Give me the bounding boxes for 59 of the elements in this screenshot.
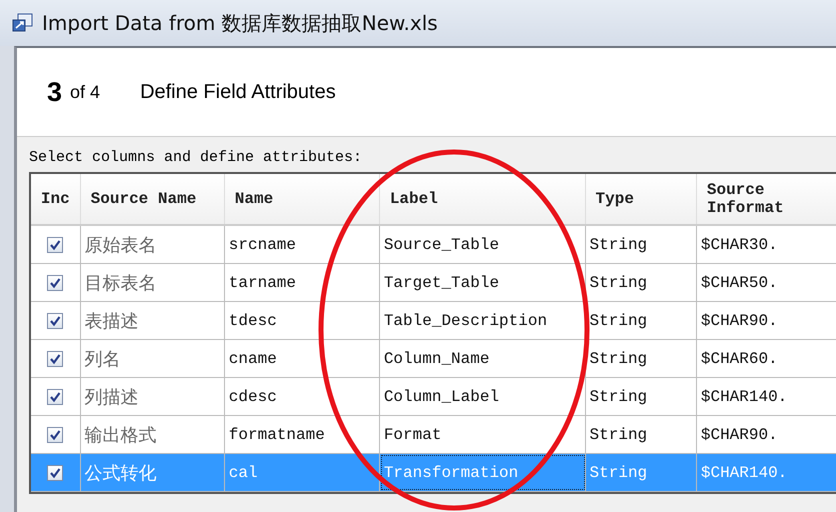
table-row[interactable]: 表描述 tdesc Table_Description String $CHAR90. [31,302,836,340]
include-checkbox[interactable] [47,388,64,404]
column-header[interactable]: Inc [31,174,81,224]
table-cell: String [590,312,648,330]
column-header[interactable]: Label [380,174,586,224]
table-row[interactable]: 列描述 cdesc Column_Label String $CHAR140. [31,378,836,416]
table-cell: $CHAR90. [700,426,778,444]
table-cell: cal [228,464,258,482]
table-cell: String [590,350,648,368]
table-cell: Table_Description [384,312,548,330]
include-checkbox[interactable] [47,426,64,442]
table-cell: String [590,274,648,292]
table-cell-text: 列名 [84,348,121,370]
table-cell: $CHAR60. [700,350,778,368]
table-cell: String [590,236,648,254]
table-cell-text: 列描述 [84,386,139,408]
table-cell: tarname [228,274,296,292]
table-cell: cdesc [228,388,277,406]
column-header[interactable]: Source Informat [696,174,836,224]
include-checkbox[interactable] [47,464,64,480]
include-checkbox[interactable] [47,274,64,290]
window-title: Import Data from 数据库数据抽取New.xls [42,10,438,36]
table-cell: Source_Table [384,236,500,254]
table-cell-text: 表描述 [84,310,139,332]
table-cell-text: 公式转化 [84,462,157,484]
app-icon [12,13,34,33]
table-cell: srcname [228,236,296,254]
include-checkbox[interactable] [47,236,64,252]
table-cell: $CHAR30. [700,236,778,254]
table-cell: String [590,464,648,482]
table-row[interactable]: 原始表名 srcname Source_Table String $CHAR30. [31,226,836,264]
table-cell: Column_Name [384,350,490,368]
table-cell: String [590,388,648,406]
table-cell: formatname [228,426,325,444]
table-cell: tdesc [228,312,277,330]
table-row[interactable]: 目标表名 tarname Target_Table String $CHAR50. [31,264,836,302]
table-cell: String [590,426,648,444]
include-checkbox[interactable] [47,312,64,328]
table-cell-text: 目标表名 [84,272,157,294]
column-header[interactable]: Name [224,174,380,224]
column-header[interactable]: Type [586,174,697,224]
table-cell: $CHAR90. [700,312,778,330]
table-cell-text: 原始表名 [84,234,157,256]
step-number: 3 [47,76,62,108]
table-cell: $CHAR50. [700,274,778,292]
step-count: of 4 [70,82,100,102]
column-header[interactable]: Source Name [80,174,225,224]
include-checkbox[interactable] [47,350,64,366]
step-title: Define Field Attributes [140,80,336,104]
instruction-label: Select columns and define attributes: [29,148,364,168]
table-cell: $CHAR140. [700,464,788,482]
table-cell: Column_Label [384,388,500,406]
table-cell: $CHAR140. [700,388,788,406]
table-cell: Format [384,426,442,444]
table-cell-text: 输出格式 [84,424,157,446]
table-row[interactable]: 列名 cname Column_Name String $CHAR60. [31,340,836,378]
table-cell: Target_Table [384,274,500,292]
table-cell: Transformation [384,464,518,482]
table-cell: cname [228,350,277,368]
